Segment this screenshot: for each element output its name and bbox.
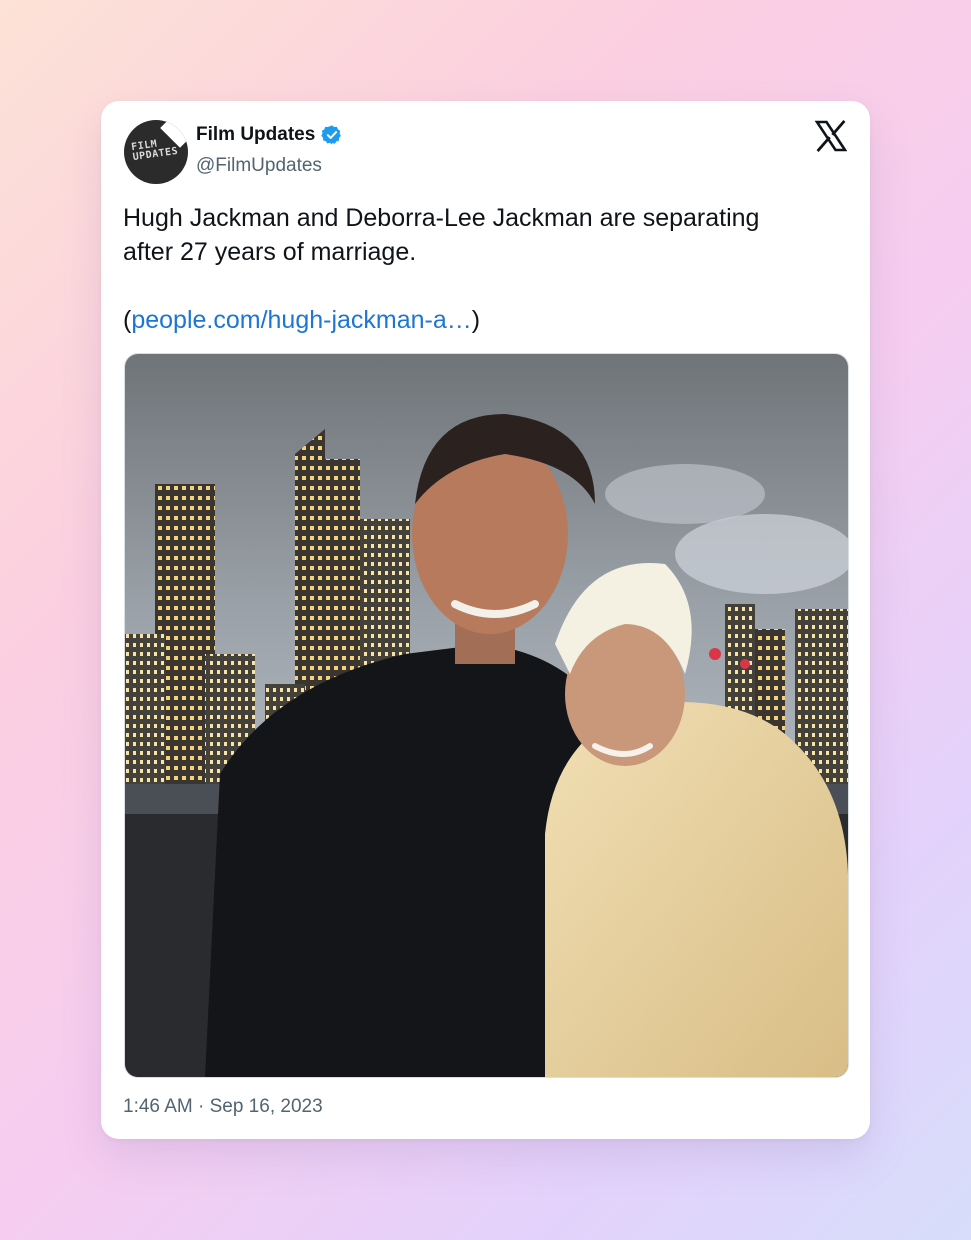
- tweet-timestamp[interactable]: 1:46 AM · Sep 16, 2023: [123, 1096, 323, 1118]
- x-logo-icon[interactable]: [814, 120, 848, 152]
- author-avatar[interactable]: FILM UPDATES: [124, 120, 188, 184]
- author-name-row: Film Updates: [196, 124, 343, 146]
- tweet-photo[interactable]: [124, 353, 849, 1078]
- link-close-paren: ): [471, 306, 481, 334]
- tweet-link-line: (people.com/hugh-jackman-a…): [123, 303, 480, 337]
- author-handle[interactable]: @FilmUpdates: [196, 155, 322, 177]
- photo-illustration: [125, 354, 848, 1077]
- tweet-text: Hugh Jackman and Deborra-Lee Jackman are…: [123, 204, 760, 266]
- avatar-logo-text: FILM UPDATES: [130, 138, 179, 164]
- author-name[interactable]: Film Updates: [196, 124, 315, 146]
- tweet-card: FILM UPDATES Film Updates @FilmUpdates H…: [101, 101, 870, 1139]
- article-link[interactable]: people.com/hugh-jackman-a…: [131, 306, 471, 334]
- verified-badge-icon: [321, 124, 343, 146]
